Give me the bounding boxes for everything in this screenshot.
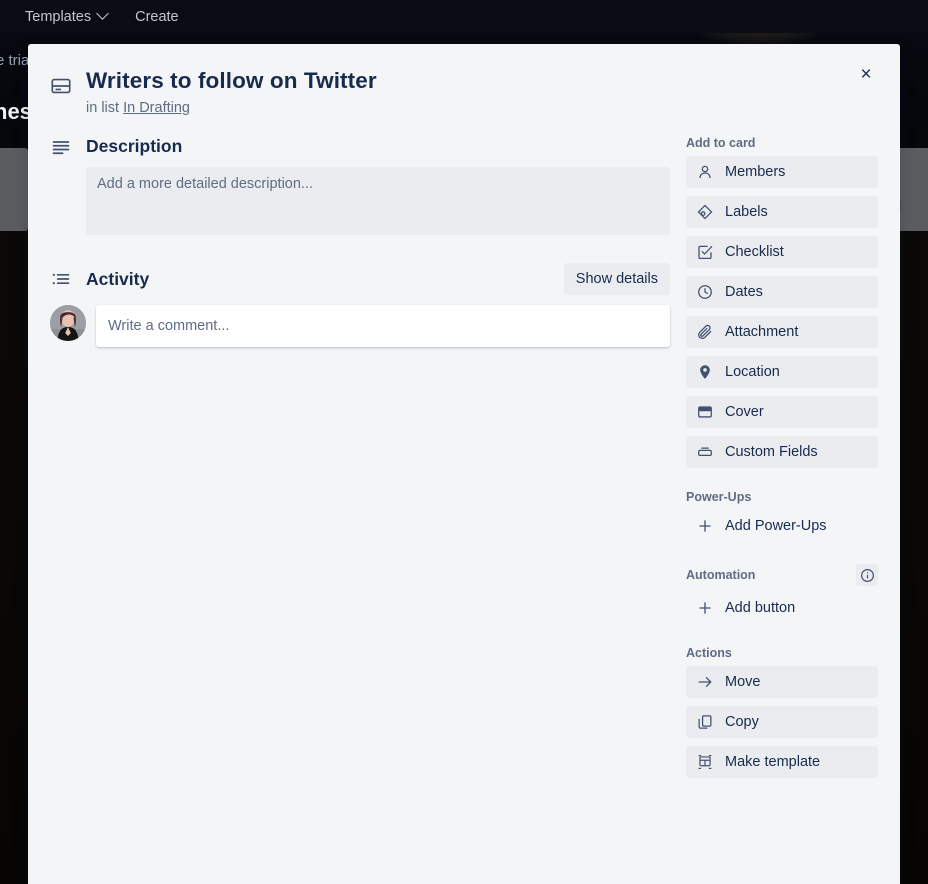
comment-input[interactable] [96,305,670,347]
sidebar-label-add-power-ups: Add Power-Ups [725,518,827,534]
description-lines-icon [50,137,72,157]
card-main-column: Description Add a more detailed descript… [50,136,680,786]
sidebar-button-attachment[interactable]: Attachment [686,316,878,348]
paperclip-icon [697,324,713,340]
plus-icon [697,518,713,534]
description-header: Description [50,136,670,157]
sidebar-label-checklist: Checklist [725,244,784,260]
sidebar-label-labels: Labels [725,204,768,220]
sidebar-label-location: Location [725,364,780,380]
in-list-prefix: in list [86,100,120,116]
page-title: Writers to follow on Twitter [86,68,377,93]
sidebar-button-members[interactable]: Members [686,156,878,188]
sidebar-label-make-template: Make template [725,754,821,770]
card-sidebar: Add to card Members Labels Checklist Dat… [686,136,878,786]
sidebar-button-add-power-ups[interactable]: Add Power-Ups [686,510,878,542]
map-pin-icon [697,364,713,380]
nav-templates-label: Templates [25,8,92,25]
sidebar-label-cover: Cover [725,404,764,420]
sidebar-label-members: Members [725,164,786,180]
arrow-right-icon [697,674,713,690]
sidebar-label-copy: Copy [725,714,759,730]
description-section: Description Add a more detailed descript… [50,136,670,235]
comment-row [50,305,670,347]
sidebar-automation-label: Automation [686,568,756,582]
card-header: Writers to follow on Twitter in list In … [28,44,900,116]
sidebar-button-add-button[interactable]: Add button [686,592,878,624]
top-navigation: Templates Create [0,0,928,33]
cover-image-icon [697,404,713,420]
sidebar-button-custom-fields[interactable]: Custom Fields [686,436,878,468]
activity-section: Activity Show details [50,263,670,347]
sidebar-label-custom-fields: Custom Fields [725,444,818,460]
chevron-down-icon [96,7,109,20]
checkbox-checked-icon [697,244,713,260]
custom-fields-icon [697,444,713,460]
sidebar-button-checklist[interactable]: Checklist [686,236,878,268]
activity-header: Activity Show details [50,263,670,295]
sidebar-button-make-template[interactable]: Make template [686,746,878,778]
sidebar-label-dates: Dates [725,284,763,300]
sidebar-button-move[interactable]: Move [686,666,878,698]
sidebar-button-cover[interactable]: Cover [686,396,878,428]
sidebar-heading-automation: Automation [686,564,878,586]
sidebar-button-copy[interactable]: Copy [686,706,878,738]
backdrop-list-right [896,148,928,231]
description-title: Description [86,136,183,156]
info-circle-icon[interactable] [856,564,878,586]
backdrop-list-left [0,148,28,231]
sidebar-heading-actions: Actions [686,646,732,660]
sidebar-button-labels[interactable]: Labels [686,196,878,228]
sidebar-label-add-button: Add button [725,600,796,616]
card-list-breadcrumb: in list In Drafting [86,100,840,116]
sidebar-label-move: Move [725,674,761,690]
sidebar-label-attachment: Attachment [725,324,799,340]
show-details-button[interactable]: Show details [563,263,670,295]
user-avatar [50,305,86,341]
clock-icon [697,284,713,300]
card-title-row: Writers to follow on Twitter [50,66,840,97]
sidebar-button-location[interactable]: Location [686,356,878,388]
card-cover-icon [50,75,72,97]
avatar[interactable] [50,305,86,341]
copy-icon [697,714,713,730]
template-icon [697,754,713,770]
sidebar-button-dates[interactable]: Dates [686,276,878,308]
activity-list-icon [50,269,72,289]
sidebar-heading-power-ups: Power-Ups [686,490,752,504]
nav-item-templates[interactable]: Templates [16,4,116,30]
description-input[interactable]: Add a more detailed description... [86,167,670,235]
card-body: Description Add a more detailed descript… [28,136,900,786]
plus-icon [697,600,713,616]
label-tag-icon [697,204,713,220]
sidebar-heading-add-to-card: Add to card [686,136,756,150]
list-name-link[interactable]: In Drafting [123,100,190,116]
nav-item-create[interactable]: Create [126,4,188,30]
nav-create-label: Create [135,8,179,25]
card-detail-modal: × Writers to follow on Twitter in list I… [28,44,900,884]
activity-title: Activity [86,268,150,289]
person-icon [697,164,713,180]
